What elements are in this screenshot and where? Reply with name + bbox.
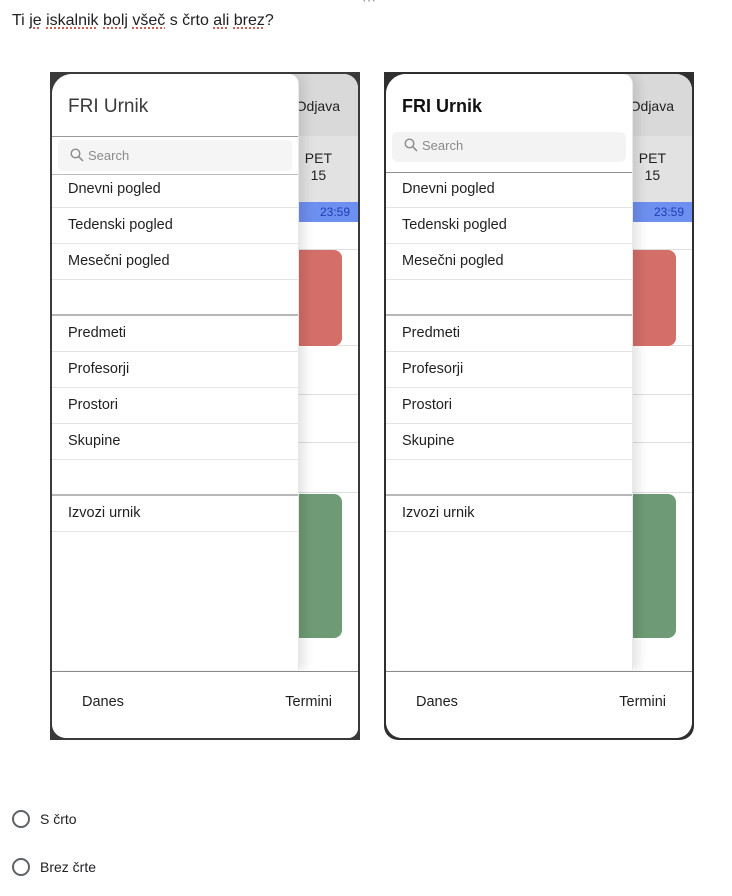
menu-item[interactable]: Prostori (52, 388, 298, 424)
menu-item[interactable]: Tedenski pogled (52, 208, 298, 244)
menu-item[interactable]: Predmeti (386, 316, 632, 352)
menu-item[interactable]: Profesorji (386, 352, 632, 388)
question-word-flagged: všeč (132, 12, 166, 29)
app-title: FRI Urnik (402, 96, 483, 116)
screenshot-with-line: Odjava PET 15 23:59 ik FRI Urnik Search (50, 72, 360, 740)
menu-separator (52, 280, 298, 316)
phone-screen: Odjava PET 15 23:59 ik FRI Urnik Search (52, 74, 358, 738)
menu-item[interactable]: Mesečni pogled (386, 244, 632, 280)
menu-item[interactable]: Skupine (386, 424, 632, 460)
menu-item[interactable]: Mesečni pogled (52, 244, 298, 280)
logout-button[interactable]: Odjava (630, 98, 674, 114)
question-word-flagged: ali (213, 12, 230, 29)
menu-item[interactable]: Prostori (386, 388, 632, 424)
day-number: 15 (644, 167, 661, 183)
question-word-flagged: je (29, 12, 42, 29)
question-word-flagged: bolj (103, 12, 128, 29)
search-placeholder: Search (422, 138, 464, 153)
menu-item[interactable]: Profesorji (52, 352, 298, 388)
option-label: S črto (40, 811, 77, 827)
day-header: PET 15 (305, 150, 332, 184)
side-drawer: FRI Urnik Search Dnevni pogled Tedenski p… (52, 74, 299, 670)
menu-item[interactable]: Izvozi urnik (52, 496, 298, 532)
drag-handle-icon[interactable]: ⋯ (362, 0, 377, 9)
menu-item[interactable]: Skupine (52, 424, 298, 460)
search-input[interactable]: Search (58, 140, 292, 171)
menu-item[interactable]: Tedenski pogled (386, 208, 632, 244)
question-text-part: ? (264, 12, 274, 29)
menu-separator (386, 460, 632, 496)
question-word-flagged: iskalnik (46, 12, 99, 29)
today-button[interactable]: Danes (416, 694, 458, 710)
search-bar: Search (52, 136, 298, 175)
menu-separator (52, 460, 298, 496)
search-placeholder: Search (88, 148, 130, 163)
app-title: FRI Urnik (68, 96, 149, 117)
option-label: Brez črte (40, 859, 97, 875)
day-number: 15 (310, 167, 327, 183)
menu-separator (386, 280, 632, 316)
option-without-line[interactable]: Brez črte (12, 858, 96, 876)
search-bar: Search (386, 130, 632, 173)
menu-item[interactable]: Predmeti (52, 316, 298, 352)
menu-item[interactable]: Izvozi urnik (386, 496, 632, 532)
radio-button[interactable] (12, 858, 30, 876)
question-word-flagged: brez (233, 12, 265, 29)
bottom-bar: Danes Termini (386, 671, 692, 738)
events-button[interactable]: Termini (619, 694, 666, 710)
question-text: Ti je iskalnik bolj všeč s črto ali brez… (12, 11, 274, 31)
question-text-part: Ti (12, 12, 30, 29)
search-input[interactable]: Search (392, 132, 626, 162)
logout-button[interactable]: Odjava (296, 98, 340, 114)
day-header: PET 15 (639, 150, 666, 184)
day-name: PET (638, 150, 666, 166)
events-button[interactable]: Termini (285, 694, 332, 710)
menu-item[interactable]: Dnevni pogled (386, 172, 632, 208)
screenshot-without-line: Odjava PET 15 23:59 ik FRI Urnik Search (384, 72, 694, 740)
question-text-part: s črto (165, 12, 214, 29)
phone-screen: Odjava PET 15 23:59 ik FRI Urnik Search (386, 74, 692, 738)
menu-item[interactable]: Dnevni pogled (52, 172, 298, 208)
side-drawer: FRI Urnik Search Dnevni pogled Tedenski p… (386, 74, 633, 670)
day-name: PET (304, 150, 332, 166)
option-with-line[interactable]: S črto (12, 810, 77, 828)
radio-button[interactable] (12, 810, 30, 828)
today-button[interactable]: Danes (82, 694, 124, 710)
search-icon (70, 148, 84, 162)
bottom-bar: Danes Termini (52, 671, 358, 738)
search-icon (404, 138, 418, 152)
